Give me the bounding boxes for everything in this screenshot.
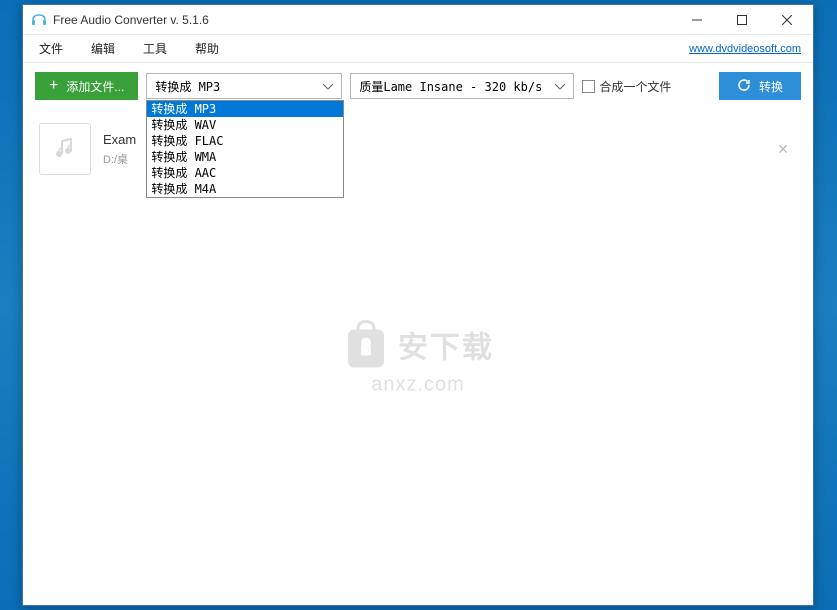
convert-label: 转换 [759, 78, 783, 95]
app-icon [31, 12, 47, 28]
content-area: Exam D:/桌 ✕ 安下载 anxz.com [23, 109, 813, 605]
refresh-icon [737, 78, 751, 95]
menubar: 文件 编辑 工具 帮助 www.dvdvideosoft.com [23, 35, 813, 63]
menu-help[interactable]: 帮助 [191, 38, 223, 59]
bag-icon [342, 318, 390, 372]
watermark-url: anxz.com [371, 374, 465, 397]
add-files-button[interactable]: + 添加文件... [35, 72, 138, 100]
format-option-aac[interactable]: 转换成 AAC [147, 165, 343, 181]
add-files-label: 添加文件... [66, 78, 124, 95]
menu-file[interactable]: 文件 [35, 38, 67, 59]
remove-file-button[interactable]: ✕ [769, 137, 797, 162]
format-option-flac[interactable]: 转换成 FLAC [147, 133, 343, 149]
file-path: D:/桌 [103, 151, 136, 167]
menu-edit[interactable]: 编辑 [87, 38, 119, 59]
toolbar: + 添加文件... 转换成 MP3 转换成 MP3 转换成 WAV 转换成 FL… [23, 63, 813, 109]
menu-tools[interactable]: 工具 [139, 38, 171, 59]
titlebar[interactable]: Free Audio Converter v. 5.1.6 [23, 5, 813, 35]
file-thumbnail [39, 123, 91, 175]
maximize-button[interactable] [719, 6, 764, 34]
format-dropdown-list: 转换成 MP3 转换成 WAV 转换成 FLAC 转换成 WMA 转换成 AAC… [146, 100, 344, 198]
format-option-m4a[interactable]: 转换成 M4A [147, 181, 343, 197]
watermark-text: 安下载 [398, 323, 494, 367]
window-controls [674, 6, 809, 34]
merge-checkbox[interactable]: 合成一个文件 [582, 78, 671, 95]
chevron-down-icon [323, 79, 333, 93]
app-window: Free Audio Converter v. 5.1.6 文件 编辑 工具 帮… [22, 4, 814, 606]
website-link[interactable]: www.dvdvideosoft.com [689, 43, 801, 55]
format-option-wav[interactable]: 转换成 WAV [147, 117, 343, 133]
plus-icon: + [49, 78, 58, 94]
quality-label: 质量Lame Insane - 320 kb/s [359, 78, 542, 95]
minimize-button[interactable] [674, 6, 719, 34]
format-selected-label: 转换成 MP3 [155, 78, 220, 95]
chevron-down-icon [555, 79, 565, 93]
quality-dropdown[interactable]: 质量Lame Insane - 320 kb/s [350, 73, 574, 99]
format-dropdown[interactable]: 转换成 MP3 转换成 MP3 转换成 WAV 转换成 FLAC 转换成 WMA… [146, 73, 342, 99]
watermark: 安下载 anxz.com [342, 318, 494, 397]
close-button[interactable] [764, 6, 809, 34]
format-option-mp3[interactable]: 转换成 MP3 [147, 101, 343, 117]
checkbox-box [582, 80, 595, 93]
file-info: Exam D:/桌 [103, 132, 136, 167]
window-title: Free Audio Converter v. 5.1.6 [53, 13, 674, 27]
convert-button[interactable]: 转换 [719, 72, 801, 100]
format-option-wma[interactable]: 转换成 WMA [147, 149, 343, 165]
music-note-icon [53, 137, 77, 161]
merge-label: 合成一个文件 [599, 78, 671, 95]
file-name: Exam [103, 132, 136, 147]
